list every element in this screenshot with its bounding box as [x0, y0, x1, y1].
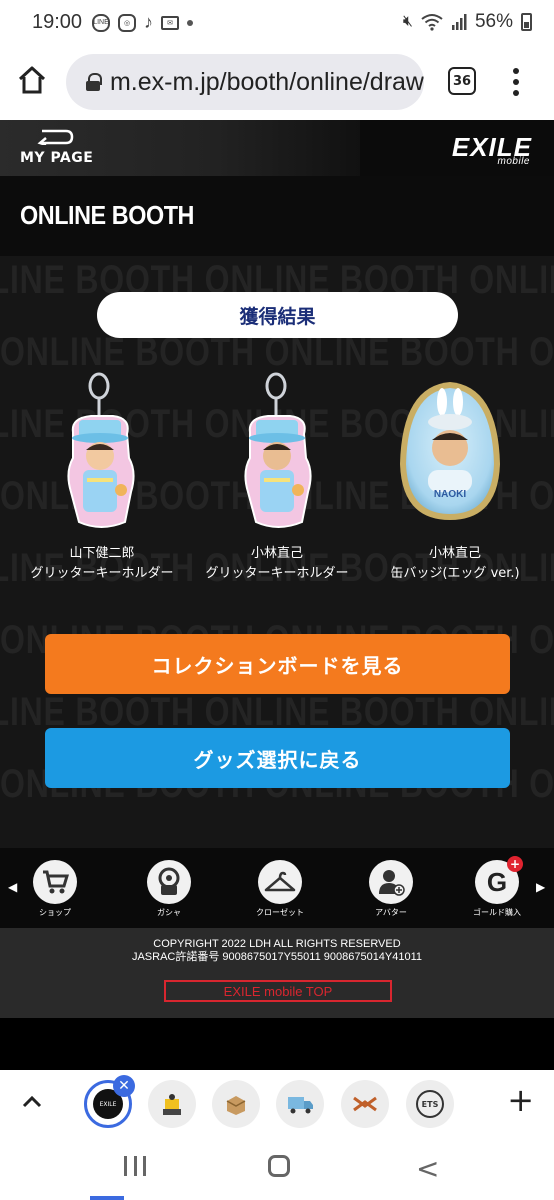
jasrac-line: JASRAC許諾番号 9008675017Y55011 9008675014Y4… [131, 951, 423, 963]
item-name-line2: グリッターキーホルダー [30, 566, 174, 581]
nav-label: ショップ [39, 908, 71, 917]
result-heading: 獲得結果 [97, 292, 458, 338]
close-tab-icon[interactable]: ✕ [113, 1075, 135, 1097]
nav-avatar[interactable]: アバター [356, 860, 426, 918]
line-icon: LINE [92, 13, 110, 32]
nav-closet[interactable]: クローゼット [245, 860, 315, 918]
box-tab-icon [226, 1096, 246, 1115]
nav-label: アバター [375, 908, 407, 917]
copyright-text: COPYRIGHT 2022 LDH ALL RIGHTS RESERVED J… [0, 938, 554, 964]
page-title-band: ONLINE BOOTH [0, 176, 554, 256]
footer: COPYRIGHT 2022 LDH ALL RIGHTS RESERVED J… [0, 928, 554, 1018]
prize-item[interactable]: NAOKI 小林直己 缶バッジ(エッグ ver.) [366, 372, 544, 584]
dot-icon [187, 19, 193, 26]
notification-icons: LINE ◎ ♪ ✉ [92, 12, 193, 33]
prize-item[interactable]: 小林直己 グリッターキーホルダー [188, 372, 366, 584]
home-icon[interactable] [16, 64, 48, 96]
logo-sub: mobile [497, 156, 530, 167]
item-name-line1: 小林直己 [428, 546, 481, 561]
mute-icon: 🔇︎ [402, 13, 413, 30]
egg-badge-image: NAOKI [400, 382, 500, 520]
item-name-line1: 小林直己 [250, 546, 303, 561]
mail-icon: ✉ [161, 15, 179, 30]
battery-percent: 56% [474, 11, 513, 32]
gold-icon: G + [475, 856, 523, 904]
browser-toolbar: m.ex-m.jp/booth/online/draw 36 [0, 44, 554, 120]
ets-tab-icon: ETS [416, 1090, 444, 1118]
truck-tab-icon [288, 1097, 313, 1114]
tiktok-icon: ♪ [144, 12, 153, 32]
nav-right-arrow-icon[interactable]: ▶ [536, 880, 545, 894]
nav-label: ガシャ [157, 908, 181, 917]
bottom-nav: ◀ ▶ ショップ ガシャ クローゼット アバター G + ゴールド購入 [0, 848, 554, 928]
tabs-button[interactable]: 36 [448, 67, 476, 95]
nav-gold[interactable]: G + ゴールド購入 [462, 856, 532, 918]
battery-icon [521, 13, 532, 31]
cart-icon [33, 860, 77, 904]
address-bar[interactable]: m.ex-m.jp/booth/online/draw [66, 54, 424, 110]
my-page-link[interactable]: MY PAGE [0, 120, 360, 176]
copyright-line: COPYRIGHT 2022 LDH ALL RIGHTS RESERVED [153, 938, 401, 950]
shop-tab-icon [163, 1094, 181, 1115]
page-bottom-space [0, 1018, 554, 1070]
page-title: ONLINE BOOTH [20, 200, 195, 230]
back-to-goods-button[interactable]: グッズ選択に戻る [45, 728, 510, 788]
prize-item[interactable]: 山下健二郎 グリッターキーホルダー [13, 372, 191, 584]
tab-item[interactable] [276, 1080, 324, 1128]
gacha-icon [147, 860, 191, 904]
browser-tab-strip: EXILE ✕ ETS + [0, 1070, 554, 1136]
instagram-icon: ◎ [118, 13, 136, 32]
nav-shop[interactable]: ショップ [20, 860, 90, 918]
chevron-up-icon[interactable] [18, 1088, 46, 1116]
nav-left-arrow-icon[interactable]: ◀ [8, 880, 17, 894]
hanger-icon [258, 860, 302, 904]
my-page-label: MY PAGE [20, 150, 94, 166]
home-nav-icon[interactable] [268, 1155, 290, 1177]
status-time: 19:00 [32, 11, 83, 33]
tab-item[interactable] [148, 1080, 196, 1128]
back-arrow-icon [37, 129, 74, 145]
new-tab-icon[interactable]: + [507, 1084, 534, 1116]
plus-badge-icon: + [507, 856, 523, 872]
system-icons: 🔇︎ 56% [403, 11, 532, 33]
status-bar: 19:00 LINE ◎ ♪ ✉ 🔇︎ 56% [0, 0, 554, 44]
nav-label: クローゼット [256, 908, 304, 917]
item-name-line2: グリッターキーホルダー [205, 566, 349, 581]
system-nav-bar: < [0, 1136, 554, 1200]
keychain-image [244, 372, 312, 528]
wifi-icon [421, 14, 443, 31]
more-menu-icon[interactable] [508, 64, 524, 100]
exile-mobile-top-link[interactable]: EXILE mobile TOP [164, 980, 392, 1002]
keychain-image [67, 372, 135, 528]
item-name-line2: 缶バッジ(エッグ ver.) [390, 566, 520, 581]
signal-icon [451, 14, 467, 30]
tab-item[interactable]: ETS [406, 1080, 454, 1128]
nav-label: ゴールド購入 [473, 908, 521, 917]
url-text: m.ex-m.jp/booth/online/draw [109, 67, 424, 96]
site-header: MY PAGE EXILE mobile [0, 120, 554, 176]
tab-item[interactable] [212, 1080, 260, 1128]
main-content: ONLINE BOOTH ONLINE BOOTH ONLINE BOOTH O… [0, 256, 554, 848]
back-nav-icon[interactable]: < [416, 1152, 439, 1185]
lock-icon [86, 73, 102, 91]
item-name-line1: 山下健二郎 [69, 546, 135, 561]
tab-indicator [90, 1196, 124, 1200]
exile-mobile-logo[interactable]: EXILE mobile [452, 132, 532, 167]
tab-item[interactable] [341, 1080, 389, 1128]
recents-icon[interactable] [124, 1156, 146, 1176]
avatar-icon [369, 860, 413, 904]
nav-gacha[interactable]: ガシャ [134, 860, 204, 918]
gold-letter: G [486, 866, 508, 897]
ribbon-tab-icon [353, 1096, 377, 1112]
egg-name-text: NAOKI [434, 489, 466, 500]
collection-board-button[interactable]: コレクションボードを見る [45, 634, 510, 694]
